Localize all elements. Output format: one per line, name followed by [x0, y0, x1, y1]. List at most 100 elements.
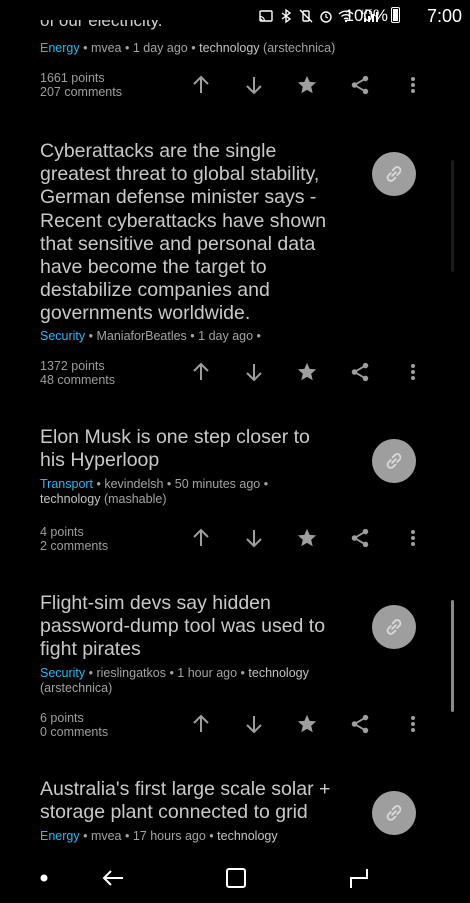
post-source: (mashable)	[103, 491, 167, 506]
save-button[interactable]	[290, 357, 324, 387]
more-options-button[interactable]	[396, 709, 430, 739]
save-button[interactable]	[290, 523, 324, 553]
post-feed[interactable]: of our electricity. Energy • mvea • 1 da…	[0, 0, 470, 853]
post-category[interactable]: Energy	[40, 829, 80, 843]
post-tag[interactable]: technology	[217, 829, 277, 843]
save-star-icon	[297, 528, 317, 547]
link-icon	[386, 166, 402, 182]
save-star-icon	[297, 75, 317, 94]
recents-button[interactable]	[345, 865, 373, 891]
share-button[interactable]	[343, 70, 377, 100]
post-title[interactable]: Cyberattacks are the single greatest thr…	[40, 140, 352, 326]
home-icon	[226, 868, 246, 888]
post-tag[interactable]: technology	[40, 492, 100, 506]
post-meta: Energy • mvea • 1 day ago • technology (…	[40, 41, 336, 55]
share-button[interactable]	[343, 523, 377, 553]
post-category[interactable]: Energy	[40, 41, 80, 55]
downvote-icon	[246, 530, 262, 548]
more-options-button[interactable]	[396, 70, 430, 100]
save-star-icon	[297, 714, 317, 733]
share-button[interactable]	[343, 709, 377, 739]
post-comments[interactable]: 48 comments	[40, 373, 115, 387]
post-age: 17 hours ago	[132, 829, 206, 843]
post-points: 6 points	[40, 711, 84, 725]
nav-dot-button[interactable]	[30, 865, 58, 891]
open-link-button[interactable]	[372, 605, 416, 649]
upvote-icon	[193, 528, 209, 546]
post-comments[interactable]: 207 comments	[40, 85, 122, 99]
more-options-icon	[411, 364, 415, 380]
scroll-track	[451, 160, 454, 272]
open-link-button[interactable]	[372, 791, 416, 835]
share-button[interactable]	[343, 357, 377, 387]
post-age: 50 minutes ago	[174, 477, 261, 491]
post-stats: 1661 points 207 comments	[40, 71, 122, 99]
more-options-icon	[411, 77, 415, 93]
post-actions	[184, 70, 430, 100]
post-submitter[interactable]: ManiaforBeatles	[96, 329, 186, 343]
post-comments[interactable]: 0 comments	[40, 725, 108, 739]
link-icon	[386, 453, 402, 469]
post-source: (arstechnica)	[40, 680, 113, 695]
post-title[interactable]: Australia's first large scale solar + st…	[40, 778, 340, 824]
downvote-button[interactable]	[237, 357, 271, 387]
post-tag[interactable]: technology	[248, 666, 308, 680]
post-category[interactable]: Security	[40, 666, 85, 680]
back-button[interactable]	[99, 865, 127, 891]
more-options-button[interactable]	[396, 523, 430, 553]
post-submitter[interactable]: kevindelsh	[104, 477, 163, 491]
post-points: 1372 points	[40, 359, 105, 373]
upvote-button[interactable]	[184, 709, 218, 739]
post-meta: Transport • kevindelsh • 50 minutes ago …	[40, 477, 269, 506]
scrollbar-thumb[interactable]	[451, 600, 454, 712]
post-submitter[interactable]: mvea	[91, 829, 122, 843]
save-button[interactable]	[290, 709, 324, 739]
open-link-button[interactable]	[372, 439, 416, 483]
upvote-button[interactable]	[184, 357, 218, 387]
downvote-button[interactable]	[237, 709, 271, 739]
post-tag[interactable]: technology	[199, 41, 259, 55]
share-icon	[351, 362, 369, 382]
save-button[interactable]	[290, 70, 324, 100]
post-meta: Security • rieslingatkos • 1 hour ago • …	[40, 666, 309, 695]
upvote-icon	[193, 362, 209, 380]
upvote-icon	[193, 75, 209, 93]
link-icon	[386, 619, 402, 635]
post-submitter[interactable]: mvea	[91, 41, 122, 55]
downvote-icon	[246, 716, 262, 734]
upvote-button[interactable]	[184, 523, 218, 553]
alarm-icon	[320, 11, 332, 23]
post-submitter[interactable]: rieslingatkos	[96, 666, 165, 680]
recents-icon	[350, 869, 368, 888]
downvote-button[interactable]	[237, 523, 271, 553]
status-bar: LTE 100% 7:00	[0, 0, 470, 32]
post-category[interactable]: Transport	[40, 477, 93, 491]
vibrate-mute-icon	[299, 9, 313, 23]
open-link-button[interactable]	[372, 152, 416, 196]
post-actions	[184, 357, 430, 387]
post-meta: Security • ManiaforBeatles • 1 day ago •	[40, 329, 261, 343]
home-button[interactable]	[222, 865, 250, 891]
more-options-icon	[411, 716, 415, 732]
post-age: 1 day ago	[198, 329, 254, 343]
downvote-button[interactable]	[237, 70, 271, 100]
post-category[interactable]: Security	[40, 329, 85, 343]
share-icon	[351, 528, 369, 548]
post-source: (arstechnica)	[263, 41, 336, 55]
upvote-icon	[193, 714, 209, 732]
save-star-icon	[297, 362, 317, 381]
battery-percentage: 100%	[344, 6, 388, 25]
post-stats: 4 points 2 comments	[40, 525, 108, 553]
post-stats: 6 points 0 comments	[40, 711, 108, 739]
post-title[interactable]: Flight-sim devs say hidden password-dump…	[40, 592, 330, 662]
more-options-button[interactable]	[396, 357, 430, 387]
post-stats: 1372 points 48 comments	[40, 359, 115, 387]
post-points: 4 points	[40, 525, 84, 539]
post-comments[interactable]: 2 comments	[40, 539, 108, 553]
clock: 7:00	[426, 6, 462, 26]
upvote-button[interactable]	[184, 70, 218, 100]
post-actions	[184, 523, 430, 553]
post-title[interactable]: Elon Musk is one step closer to his Hype…	[40, 426, 330, 472]
post-points: 1661 points	[40, 71, 105, 85]
link-icon	[386, 805, 402, 821]
